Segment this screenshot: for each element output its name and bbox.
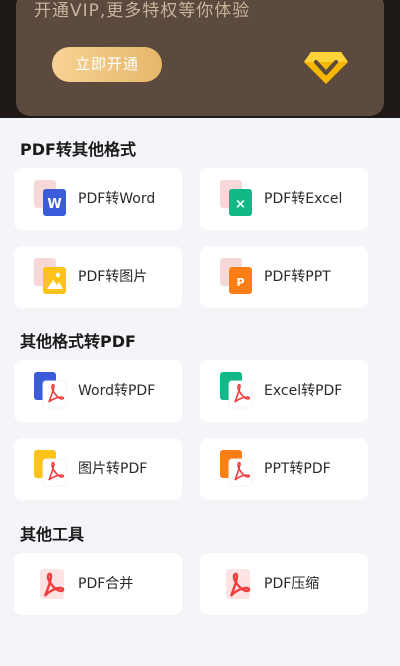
pdf-tools-screen: 开通VIP,更多特权等你体验 立即开通 PDF转其他格式 W PDF转Word … [0, 0, 400, 666]
section-title-other-to-pdf: 其他格式转PDF [20, 332, 136, 351]
tools-panel: PDF转其他格式 W PDF转Word × PDF转Excel PDF转图片 P… [0, 118, 400, 666]
tool-pdf-to-ppt[interactable]: P PDF转PPT [200, 246, 368, 308]
svg-text:W: W [47, 197, 61, 212]
tool-pdf-to-image[interactable]: PDF转图片 [14, 246, 182, 308]
tool-label: Word转PDF [78, 383, 156, 399]
tool-label: PDF转Excel [264, 191, 343, 207]
tool-label: PDF压缩 [264, 576, 320, 592]
tool-label: Excel转PDF [264, 383, 343, 399]
tool-label: PDF合并 [78, 576, 134, 592]
tool-label: 图片转PDF [78, 461, 148, 477]
section-title-pdf-to-other: PDF转其他格式 [20, 140, 136, 159]
excel-to-pdf-icon [220, 372, 253, 409]
ppt-doc-icon: P [220, 258, 252, 294]
tool-pdf-to-word[interactable]: W PDF转Word [14, 168, 182, 230]
vip-open-button[interactable]: 立即开通 [52, 47, 162, 82]
vip-banner: 开通VIP,更多特权等你体验 立即开通 [0, 0, 400, 118]
tool-word-to-pdf[interactable]: Word转PDF [14, 360, 182, 422]
svg-text:×: × [235, 197, 246, 212]
vip-subtitle: 开通VIP,更多特权等你体验 [34, 1, 251, 21]
tool-pdf-compress[interactable]: PDF压缩 [200, 553, 368, 615]
tool-pdf-to-excel[interactable]: × PDF转Excel [200, 168, 368, 230]
ppt-to-pdf-icon [220, 450, 253, 487]
section-title-other-tools: 其他工具 [20, 525, 85, 544]
word-to-pdf-icon [34, 372, 67, 409]
tool-label: PDF转图片 [78, 269, 148, 285]
diamond-icon [304, 52, 348, 84]
tool-label: PPT转PDF [264, 461, 331, 477]
image-doc-icon [34, 258, 66, 294]
tool-label: PDF转Word [78, 191, 156, 207]
pdf-compress-icon [226, 569, 251, 599]
tool-image-to-pdf[interactable]: 图片转PDF [14, 438, 182, 500]
svg-text:P: P [236, 276, 244, 289]
tool-excel-to-pdf[interactable]: Excel转PDF [200, 360, 368, 422]
tool-label: PDF转PPT [264, 269, 331, 285]
image-to-pdf-icon [34, 450, 67, 487]
tool-ppt-to-pdf[interactable]: PPT转PDF [200, 438, 368, 500]
pdf-merge-icon [40, 569, 65, 599]
excel-doc-icon: × [220, 180, 252, 216]
tool-pdf-merge[interactable]: PDF合并 [14, 553, 182, 615]
word-doc-icon: W [34, 180, 66, 216]
